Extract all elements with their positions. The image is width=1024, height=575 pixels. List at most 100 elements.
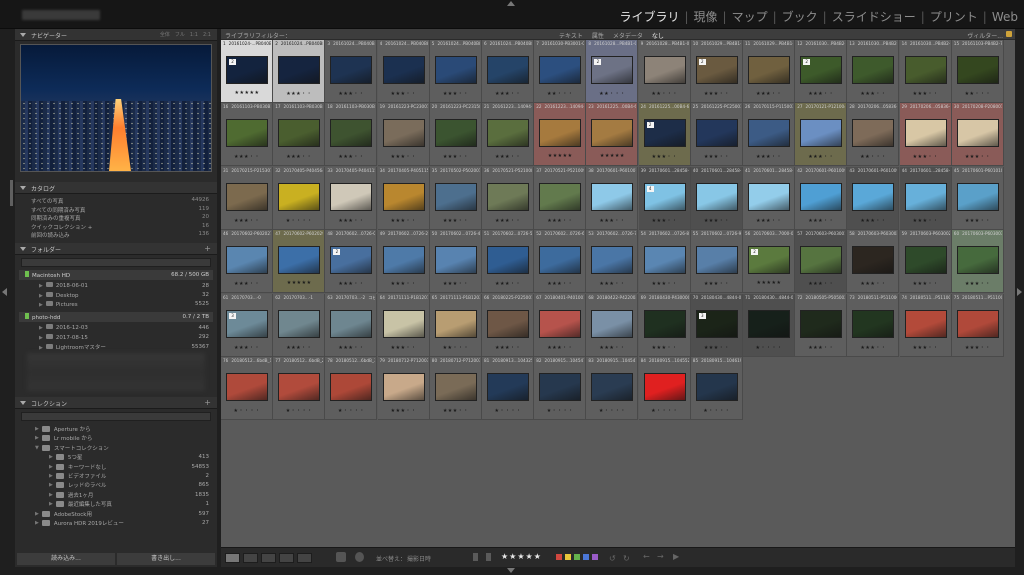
- star-rating[interactable]: ★★★★★: [534, 153, 586, 159]
- previous-photo-icon[interactable]: ←: [643, 552, 650, 561]
- thumbnail-cell[interactable]: 53 20170602...0726-7 ★★★・・: [586, 230, 639, 294]
- thumbnail-cell[interactable]: 620161024...PB040B8-6 ★★★・・: [482, 40, 534, 103]
- thumbnail-image[interactable]: [434, 56, 477, 84]
- thumbnail-cell[interactable]: 10 20161029...PB4B1-1 2 ★★★・・: [690, 40, 743, 103]
- expand-arrow-icon[interactable]: ▶: [35, 426, 39, 432]
- thumbnail-cell[interactable]: 1820161103-PB030B03 ★★★・・: [325, 103, 378, 167]
- thumbnail-image[interactable]: [226, 182, 268, 211]
- thumbnail-image[interactable]: [487, 56, 529, 84]
- thumbnail-image[interactable]: [904, 119, 947, 148]
- thumbnail-image[interactable]: [330, 309, 373, 338]
- add-folder-icon[interactable]: +: [204, 244, 211, 253]
- thumbnail-image[interactable]: [748, 309, 790, 338]
- thumbnail-image[interactable]: [591, 246, 634, 275]
- thumbnail-image[interactable]: [539, 182, 582, 211]
- thumbnail-cell[interactable]: 31 20170215-P2153073 ★★★・・: [221, 166, 273, 230]
- expand-arrow-icon[interactable]: ▶: [49, 492, 53, 498]
- star-rating[interactable]: ★★★・・: [795, 90, 847, 97]
- catalog-header[interactable]: カタログ: [15, 182, 217, 194]
- star-rating[interactable]: ★★★・・: [586, 344, 638, 351]
- star-rating[interactable]: ★★★・・: [639, 280, 691, 287]
- star-rating[interactable]: ★★★・・: [952, 217, 1004, 224]
- thumbnail-cell[interactable]: 67 20180401-P4010017 ★★★・・: [534, 293, 587, 357]
- thumbnail-cell[interactable]: 40 20170601...28458-2 ★★★・・: [690, 166, 743, 230]
- thumbnail-cell[interactable]: 13 20161030...PB4B2-1 ★★★・・: [847, 40, 900, 103]
- module-0[interactable]: ライブラリ: [619, 10, 679, 24]
- thumbnail-cell[interactable]: 43 20170601-P6010095 ★★★・・: [847, 166, 900, 230]
- thumbnail-image[interactable]: [434, 182, 477, 211]
- people-view-button[interactable]: [297, 553, 312, 563]
- star-rating[interactable]: ★★★・・: [325, 344, 377, 351]
- expand-arrow-icon[interactable]: ▶: [39, 302, 43, 308]
- thumbnail-image[interactable]: [800, 309, 843, 338]
- thumbnail-image[interactable]: [487, 309, 529, 338]
- thumbnail-cell[interactable]: 920161028...PB4B1-0コピー 1 ★★・・・: [638, 40, 691, 103]
- folder-item[interactable]: ▶ Lightroomマスター 55367: [15, 342, 217, 351]
- rotate-right-icon[interactable]: ↻: [623, 554, 630, 563]
- star-rating[interactable]: ★★・・・: [952, 90, 1004, 97]
- star-rating[interactable]: ★★・・・: [534, 90, 586, 97]
- thumbnail-image[interactable]: [382, 309, 425, 338]
- catalog-item[interactable]: 前回の読み込み 136: [15, 230, 217, 239]
- star-rating[interactable]: ★★★・・: [221, 344, 273, 351]
- thumbnail-cell[interactable]: 120161024-...PB040B8TIF 2 ★★★★★: [221, 40, 273, 103]
- star-rating[interactable]: ★★★・・: [743, 217, 795, 224]
- star-rating[interactable]: ★★★・・: [534, 344, 586, 351]
- thumbnail-image[interactable]: [539, 119, 582, 148]
- star-rating[interactable]: ★★★★★: [221, 90, 273, 96]
- thumbnail-image[interactable]: [591, 182, 634, 211]
- thumbnail-cell[interactable]: 81 20180913...104325 ★・・・・: [482, 357, 534, 420]
- thumbnail-image[interactable]: [330, 119, 373, 148]
- thumbnail-cell[interactable]: 2920170206...05836-2コピー 1 ★★★・・: [899, 103, 952, 167]
- collection-item[interactable]: ▶ Aperture から: [15, 424, 217, 433]
- thumbnail-image[interactable]: [956, 56, 999, 84]
- right-panel-toggle-icon[interactable]: [1017, 288, 1022, 296]
- thumbnail-cell[interactable]: 78 20180512...6bdB_3 ★・・・・: [325, 357, 378, 420]
- thumbnail-image[interactable]: [748, 119, 790, 148]
- star-rating[interactable]: ★★★・・: [952, 344, 1004, 351]
- star-rating[interactable]: ★★★・・: [847, 280, 899, 287]
- filter-option-2[interactable]: メタデータ: [613, 31, 643, 40]
- thumbnail-cell[interactable]: 72 20180505-P5050025 ★★★・・: [795, 293, 848, 357]
- module-5[interactable]: プリント: [930, 10, 978, 24]
- thumbnail-image[interactable]: [695, 373, 738, 401]
- compare-view-button[interactable]: [261, 553, 276, 563]
- star-rating[interactable]: ★★★・・: [847, 217, 899, 224]
- thumbnail-image[interactable]: [539, 373, 582, 401]
- star-rating[interactable]: ★★★★★: [586, 153, 638, 159]
- thumbnail-image[interactable]: [643, 246, 686, 275]
- star-rating[interactable]: ★★・・・: [847, 153, 899, 160]
- folder-item[interactable]: ▶ Pictures 5525: [15, 300, 217, 309]
- thumbnail-cell[interactable]: 35 20170502-P5020011 ★★★・・: [429, 166, 482, 230]
- thumbnail-image[interactable]: [330, 182, 373, 211]
- thumbnail-image[interactable]: [278, 119, 321, 148]
- thumbnail-cell[interactable]: 7420180511...P5110067 ★★★・・: [899, 293, 952, 357]
- star-rating[interactable]: ★★★・・: [378, 344, 430, 351]
- thumbnail-image[interactable]: [904, 56, 947, 84]
- thumbnail-image[interactable]: [852, 182, 895, 211]
- thumbnail-cell[interactable]: 7 20161030-PB3001-0 ★★・・・: [534, 40, 587, 103]
- thumbnail-image[interactable]: [591, 373, 634, 401]
- thumbnail-cell[interactable]: 57 20170603-P6030011 ★★★・・: [795, 230, 848, 294]
- volume-photo-hdd[interactable]: photo-hdd 0.7 / 2 TB: [19, 312, 213, 323]
- thumbnail-image[interactable]: [434, 119, 477, 148]
- navigator-header[interactable]: ナビゲーター 全体 フル 1:1 2:1: [15, 29, 217, 41]
- folder-item[interactable]: ▶ Desktop 32: [15, 290, 217, 299]
- thumbnail-cell[interactable]: 39 20170601...28458-0 4 ★★★・・: [638, 166, 691, 230]
- star-rating[interactable]: ★★・・・: [586, 90, 638, 97]
- bottom-panel-toggle-icon[interactable]: [507, 568, 515, 573]
- star-rating[interactable]: ★★★・・: [691, 344, 743, 351]
- thumbnail-image[interactable]: [278, 246, 321, 275]
- thumbnail-cell[interactable]: 34 20170405-P4051158 ★★★・・: [377, 166, 430, 230]
- thumbnail-image[interactable]: [434, 246, 477, 275]
- expand-arrow-icon[interactable]: ▶: [49, 473, 53, 479]
- thumbnail-cell[interactable]: 2420161225...00B4-6コピー 1 2 ★★★・・: [638, 103, 691, 167]
- stack-count-badge[interactable]: 2: [751, 249, 758, 256]
- thumbnail-cell[interactable]: 60 20170603-P6030030 ★★★・・: [951, 230, 1004, 294]
- star-rating[interactable]: ★★★・・: [378, 90, 430, 97]
- expand-arrow-icon[interactable]: ▶: [49, 501, 53, 507]
- thumbnail-cell[interactable]: 69 20180430-P4300009 ★★★・・: [638, 293, 691, 357]
- expand-arrow-icon[interactable]: ▶: [39, 345, 43, 351]
- thumbnail-cell[interactable]: 79 20180712-P7120038 ★★★・・: [377, 357, 430, 420]
- thumbnail-image[interactable]: [278, 373, 321, 401]
